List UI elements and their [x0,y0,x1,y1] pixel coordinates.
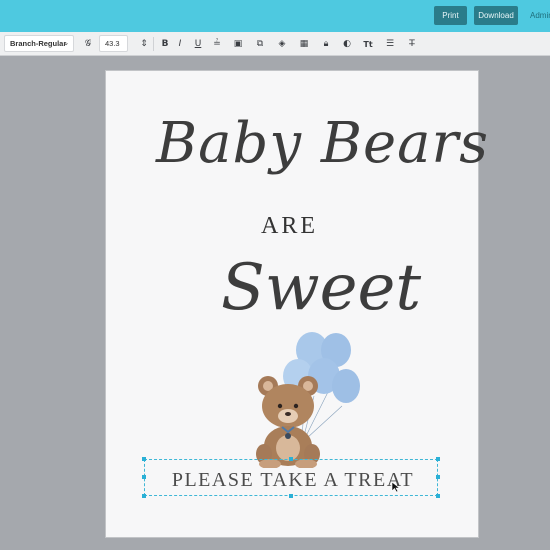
download-button[interactable]: Download [474,6,518,25]
toolbar-divider [153,37,154,51]
teddy-bear-balloons-image[interactable] [244,326,362,468]
duplicate-icon[interactable]: ⧉ [254,38,266,50]
title-are[interactable]: ARE [261,213,318,240]
canvas-area: Baby Bears ARE Sweet PLEASE TAKE A TREAT [0,56,550,550]
layer-icon[interactable]: ◈ [276,38,288,50]
resize-handle-left[interactable] [142,475,146,479]
image-icon[interactable]: ▣ [232,38,244,50]
title-baby-bears[interactable]: Baby Bears [156,111,488,176]
resize-handle-top[interactable] [289,457,293,461]
resize-handle-top-right[interactable] [436,457,440,461]
resize-handle-right[interactable] [436,475,440,479]
mouse-cursor-icon [391,481,401,493]
top-bar: Print Download Admin [0,0,550,32]
print-button[interactable]: Print [434,6,467,25]
bold-icon[interactable]: B [159,38,171,50]
font-size-field[interactable]: 43.3 [99,35,128,52]
underline-icon[interactable]: U [192,38,204,50]
list-icon[interactable]: ☰ [384,38,396,50]
resize-handle-bottom-left[interactable] [142,494,146,498]
text-case-icon[interactable]: Tt [362,38,374,50]
chevron-down-icon: ⌄ [63,40,69,47]
italic-icon[interactable]: I [174,38,186,50]
bear [256,376,320,468]
stamp-icon[interactable]: ▦ [298,38,310,50]
font-style-icon[interactable]: 𝒢 [82,38,94,50]
line-height-icon[interactable]: ⇕ [138,38,150,50]
clear-format-icon[interactable]: T̶ [406,38,418,50]
color-icon[interactable]: ◐ [341,38,353,50]
resize-handle-bottom-right[interactable] [436,494,440,498]
font-family-value: Branch-Regular [10,39,67,48]
format-toolbar: Branch-Regular ⌄ 𝒢 43.3 ⇕ B I U ≟ ▣ ⧉ ◈ … [0,32,550,56]
align-icon[interactable]: ≟ [211,38,223,50]
title-sweet[interactable]: Sweet [221,251,421,325]
document-page: Baby Bears ARE Sweet PLEASE TAKE A TREAT [106,71,488,537]
lock-icon[interactable]: 🔒︎ [320,38,332,50]
resize-handle-bottom[interactable] [289,494,293,498]
resize-handle-top-left[interactable] [142,457,146,461]
admin-link[interactable]: Admin [530,11,550,20]
font-family-select[interactable]: Branch-Regular ⌄ [4,35,74,52]
